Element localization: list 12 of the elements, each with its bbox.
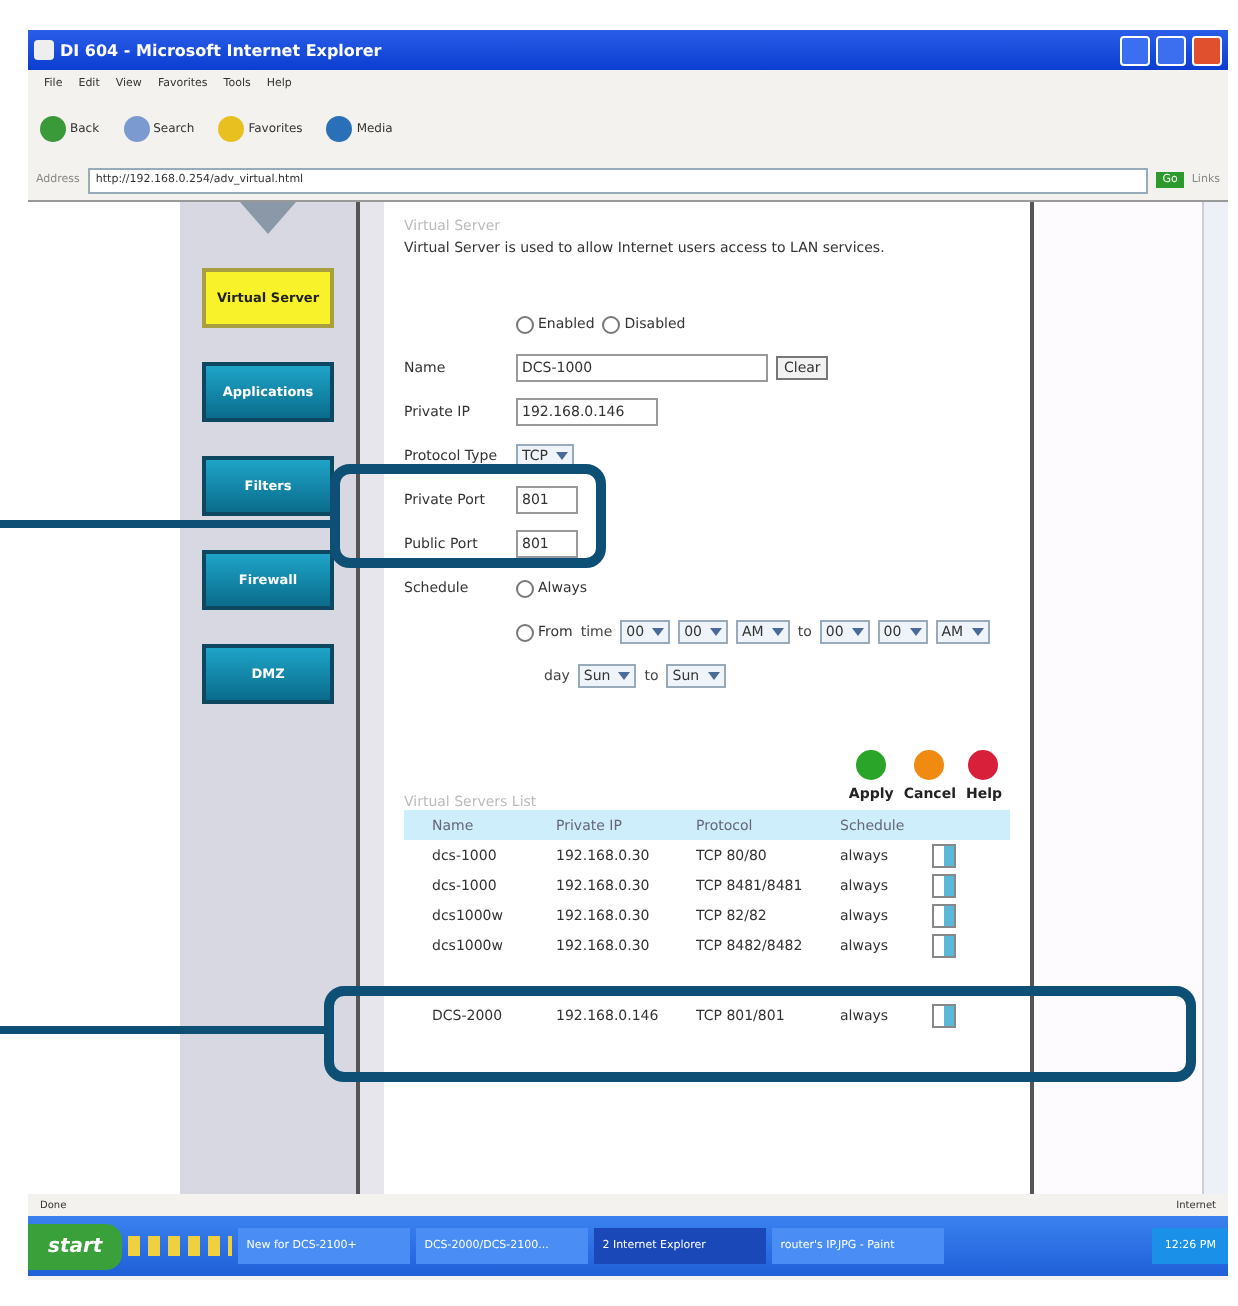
scrollbar[interactable] xyxy=(1202,202,1228,1194)
maximize-button[interactable] xyxy=(1156,35,1186,65)
edit-icon[interactable] xyxy=(932,1003,956,1027)
ie-icon xyxy=(34,40,54,60)
edit-icon[interactable] xyxy=(932,933,956,957)
edit-icon[interactable] xyxy=(932,873,956,897)
edit-icon[interactable] xyxy=(932,843,956,867)
minimize-button[interactable] xyxy=(1120,35,1150,65)
quick-launch-icons[interactable] xyxy=(128,1236,233,1256)
edit-icon[interactable] xyxy=(932,903,956,927)
window-title: DI 604 - Microsoft Internet Explorer xyxy=(60,41,384,59)
close-button[interactable] xyxy=(1192,35,1222,65)
